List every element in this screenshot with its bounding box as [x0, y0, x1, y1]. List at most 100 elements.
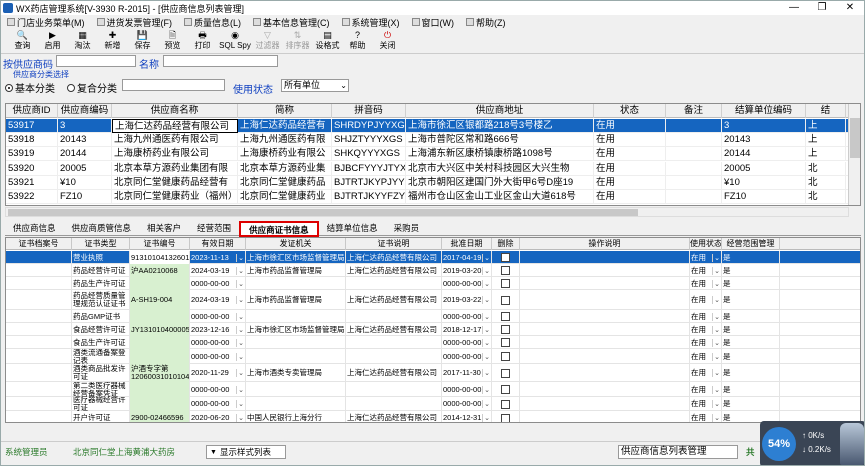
table-row[interactable]: 53917 3 上海仁达药品经营有限公司 上海仁达药品经营有 SHRDYPJYYXGS 上… [6, 119, 860, 133]
certificate-cell[interactable]: 0000-00-00 [190, 277, 246, 290]
grid-column-header[interactable]: 批准日期 [442, 238, 492, 250]
certificate-row[interactable]: 药品GMP证书 0000-00-00 0000-00-00 在用 是 [6, 310, 860, 323]
toolbar-button-2[interactable]: ▶ 启用 [39, 30, 66, 54]
grid-column-header[interactable]: 备注 [666, 104, 722, 118]
tab-5[interactable]: 供应商证书信息 [239, 221, 319, 237]
grid-column-header[interactable]: 使用状态 [690, 238, 722, 250]
certificate-cell[interactable] [492, 336, 520, 349]
maximize-button[interactable]: ❐ [808, 1, 836, 15]
certificate-cell[interactable] [492, 411, 520, 422]
certificate-cell[interactable]: 在用 [690, 277, 722, 290]
menu-item[interactable]: 质量信息(L) [182, 16, 251, 29]
grid-column-header[interactable]: 供应商名称 [112, 104, 238, 118]
grid-column-header[interactable]: 操作说明 [520, 238, 690, 250]
certificate-row[interactable]: 第二类医疗器械经营备案凭证 0000-00-00 0000-00-00 在用 是 [6, 382, 860, 397]
certificate-row[interactable]: 酒类商品批发许可证沪酒专字第1206003101010422020-11-29 上… [6, 364, 860, 382]
close-window-button[interactable]: ✕ [836, 1, 864, 15]
certificate-cell[interactable]: 2018-12-17 [442, 323, 492, 336]
certificate-row[interactable]: 医疗器械经营许可证 0000-00-00 0000-00-00 在用 是 [6, 397, 860, 411]
certificate-cell[interactable]: 0000-00-00 [442, 310, 492, 323]
basic-category-radio[interactable]: 基本分类 [5, 80, 55, 95]
delete-checkbox[interactable] [501, 312, 510, 321]
toolbar-button-11[interactable]: ▤ 设格式 [314, 30, 341, 54]
supplier-grid-hscroll[interactable] [5, 207, 849, 217]
minimize-button[interactable]: — [780, 1, 808, 15]
certificate-cell[interactable]: 在用 [690, 349, 722, 364]
certificate-cell[interactable]: 在用 [690, 310, 722, 323]
toolbar-button-12[interactable]: ? 帮助 [344, 30, 371, 54]
name-input[interactable] [163, 55, 278, 67]
certificate-cell[interactable] [492, 349, 520, 364]
toolbar-button-8[interactable]: ◉ SQL Spy [219, 30, 251, 54]
supplier-grid-vscroll[interactable] [848, 104, 860, 205]
grid-column-header[interactable]: 证书档案号 [6, 238, 72, 250]
grid-column-header[interactable]: 简称 [238, 104, 332, 118]
menu-item[interactable]: 系统管理(X) [340, 16, 410, 29]
toolbar-button-10[interactable]: ⇅ 排序器 [284, 30, 311, 54]
use-status-select[interactable]: 所有单位 ⌄ [281, 79, 349, 92]
display-style-select[interactable]: ▼ 显示样式列表 [206, 445, 286, 459]
certificate-cell[interactable] [492, 382, 520, 397]
menu-item[interactable]: 进货发票管理(F) [95, 16, 183, 29]
tab-2[interactable]: 供应商质管信息 [64, 221, 140, 236]
delete-checkbox[interactable] [501, 399, 510, 409]
certificate-cell[interactable] [492, 277, 520, 290]
certificate-cell[interactable]: 0000-00-00 [190, 382, 246, 397]
certificate-cell[interactable]: 2019-03-22 [442, 290, 492, 310]
menu-item[interactable]: 基本信息管理(C) [251, 16, 340, 29]
network-monitor-widget[interactable]: 54% ↑ 0K/s ↓ 0.2K/s [760, 421, 864, 465]
certificate-row[interactable]: 药品生产许可证 0000-00-00 0000-00-00 在用 是 [6, 277, 860, 290]
certificate-cell[interactable]: 2017-11-30 [442, 364, 492, 382]
certificate-cell[interactable]: 0000-00-00 [442, 397, 492, 411]
tab-6[interactable]: 结算单位信息 [319, 221, 386, 236]
certificate-cell[interactable] [492, 364, 520, 382]
certificate-row[interactable]: 药品经营质量管理规范认证证书 A-SH19-004 2024-03-19 上海市药品监… [6, 290, 860, 310]
delete-checkbox[interactable] [501, 266, 510, 275]
grid-column-header[interactable]: 有效日期 [190, 238, 246, 250]
grid-column-header[interactable]: 证书说明 [346, 238, 442, 250]
certificate-row[interactable]: 药品经营许可证沪AA0210068 2024-03-19 上海市药品监督管理局 上海仁… [6, 264, 860, 277]
toolbar-button-3[interactable]: ▦ 淘汰 [69, 30, 96, 54]
vscroll-thumb[interactable] [850, 118, 860, 158]
certificate-cell[interactable]: 在用 [690, 382, 722, 397]
tab-3[interactable]: 相关客户 [139, 221, 189, 236]
certificate-row[interactable]: 食品经营许可证 JY13101040000552023-12-16 上海市徐汇区市场… [6, 323, 860, 336]
certificate-row[interactable]: 营业执照 91310104132601Z2023-11-13 上海市徐汇区市场监督管… [6, 251, 860, 264]
certificate-cell[interactable]: 0000-00-00 [442, 382, 492, 397]
certificate-cell[interactable] [492, 264, 520, 277]
certificate-cell[interactable]: 在用 [690, 411, 722, 422]
toolbar-button-1[interactable]: 🔍 查询 [9, 30, 36, 54]
toolbar-button-6[interactable]: 🗎 预览 [159, 30, 186, 54]
delete-checkbox[interactable] [501, 413, 510, 422]
combo-category-input[interactable] [122, 79, 225, 91]
certificate-cell[interactable]: 2024-03-19 [190, 264, 246, 277]
grid-column-header[interactable]: 发证机关 [246, 238, 346, 250]
certificate-cell[interactable] [492, 251, 520, 264]
table-row[interactable]: 53919 20144 上海康桥药业有限公司 上海康桥药业有限公 SHKQYYYXGS 上… [6, 147, 860, 162]
delete-checkbox[interactable] [501, 385, 510, 394]
grid-column-header[interactable]: 拼音码 [332, 104, 406, 118]
menu-item[interactable]: 门店业务菜单(M) [5, 16, 95, 29]
grid-column-header[interactable]: 经营范围管理 [722, 238, 780, 250]
toolbar-button-7[interactable]: 🖶 打印 [189, 30, 216, 54]
hscroll-thumb[interactable] [8, 209, 638, 216]
certificate-cell[interactable]: 2024-03-19 [190, 290, 246, 310]
table-row[interactable]: 53920 20005 北京本草方源药业集团有限 北京本草方源药业集 BJBCFYYYJ… [6, 161, 860, 176]
delete-checkbox[interactable] [501, 352, 510, 361]
certificate-cell[interactable]: 0000-00-00 [190, 336, 246, 349]
delete-checkbox[interactable] [501, 325, 510, 334]
grid-column-header[interactable]: 删除 [492, 238, 520, 250]
grid-column-header[interactable]: 供应商地址 [406, 104, 594, 118]
supplier-code-input[interactable] [56, 55, 136, 67]
tab-7[interactable]: 采购员 [386, 221, 428, 236]
certificate-cell[interactable] [492, 290, 520, 310]
certificate-cell[interactable]: 在用 [690, 251, 722, 264]
combo-category-radio[interactable]: 复合分类 [67, 80, 117, 95]
certificate-cell[interactable] [492, 397, 520, 411]
toolbar-button-4[interactable]: ✚ 新增 [99, 30, 126, 54]
table-row[interactable]: 53922 FZ10 北京同仁堂健康药业（福州） 北京同仁堂健康药业 BJTRTJKYY… [6, 190, 860, 204]
delete-checkbox[interactable] [501, 338, 510, 347]
certificate-cell[interactable]: 0000-00-00 [442, 349, 492, 364]
grid-column-header[interactable]: 供应商编码 [58, 104, 112, 118]
delete-checkbox[interactable] [501, 368, 510, 378]
